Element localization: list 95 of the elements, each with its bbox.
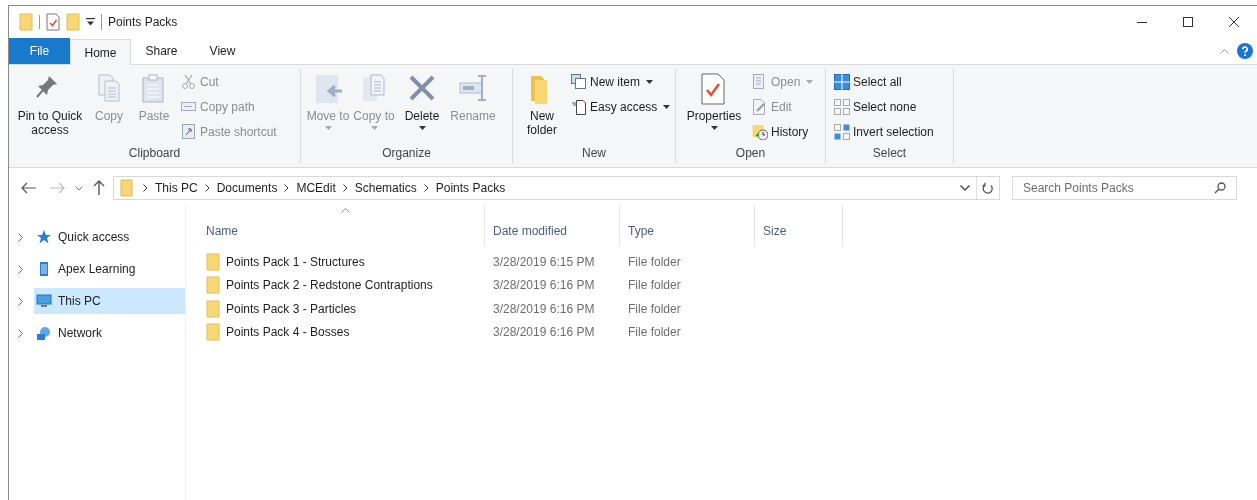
- breadcrumb[interactable]: MCEdit: [296, 179, 336, 197]
- search-field[interactable]: Search Points Packs: [1012, 176, 1237, 200]
- ribbon-button[interactable]: New item: [571, 72, 671, 91]
- ribbon-button[interactable]: Pin to Quick access: [13, 71, 87, 137]
- date-cell-text: 3/28/2019 6:15 PM: [492, 253, 596, 271]
- group-label: Select: [871, 145, 908, 162]
- address-field[interactable]: This PC Documents MCEdit Schematics Points Packs: [113, 176, 1000, 200]
- help-icon[interactable]: [1237, 43, 1253, 59]
- ribbon-button[interactable]: Invert selection: [834, 122, 934, 141]
- type-cell-text: File folder: [627, 300, 682, 318]
- search-input[interactable]: Search Points Packs: [1013, 177, 1214, 199]
- computer-icon: [36, 293, 52, 309]
- customize-toolbar-icon[interactable]: [86, 18, 95, 26]
- chevron-right-icon: [143, 184, 148, 192]
- sidebar-item[interactable]: Quick access: [34, 224, 185, 250]
- document-icon: [571, 98, 587, 115]
- caret-icon: [418, 126, 426, 130]
- maximize-icon: [1183, 17, 1193, 27]
- ribbon-tab[interactable]: Home: [70, 39, 131, 65]
- column-header[interactable]: Size: [755, 206, 843, 246]
- window-title: Points Packs: [108, 14, 178, 31]
- chevron-right-icon: [342, 184, 348, 192]
- sidebar-item[interactable]: Network: [34, 320, 185, 346]
- group-label: Clipboard: [127, 145, 182, 162]
- file-name[interactable]: Points Pack 4 - Bosses: [226, 323, 350, 342]
- ribbon-button[interactable]: Select none: [834, 97, 934, 116]
- up-icon[interactable]: [93, 180, 105, 196]
- date-cell-text: 3/28/2019 6:16 PM: [492, 324, 596, 342]
- expand-icon[interactable]: [18, 264, 23, 274]
- ribbon-tab[interactable]: File: [9, 38, 70, 64]
- edit-icon: [752, 98, 768, 115]
- ribbon-button[interactable]: Select all: [834, 72, 934, 91]
- expand-icon[interactable]: [18, 296, 23, 306]
- ribbon-button[interactable]: Properties: [680, 71, 748, 130]
- new-item-icon: [571, 73, 587, 90]
- date-cell-text: 3/28/2019 6:16 PM: [492, 300, 596, 318]
- caret-icon: [646, 79, 653, 84]
- folder-icon: [206, 252, 220, 271]
- caret-icon: [324, 126, 332, 130]
- ribbon-button[interactable]: New folder: [517, 71, 567, 137]
- recent-locations-icon[interactable]: [75, 185, 83, 191]
- back-icon[interactable]: [21, 182, 37, 194]
- breadcrumb[interactable]: Points Packs: [435, 179, 506, 197]
- type-cell-text: File folder: [627, 324, 682, 342]
- dropdown-icon[interactable]: [960, 185, 970, 191]
- ribbon-button[interactable]: History: [752, 122, 814, 141]
- search-icon[interactable]: [1214, 182, 1226, 194]
- folder-icon: [206, 323, 220, 342]
- column-header[interactable]: Type: [620, 206, 755, 246]
- file-name[interactable]: Points Pack 3 - Particles: [226, 299, 357, 318]
- ribbon-button[interactable]: Delete: [397, 71, 447, 130]
- ribbon-tab[interactable]: Share: [131, 38, 192, 64]
- grid-icon: [834, 98, 850, 115]
- file-name[interactable]: Points Pack 2 - Redstone Contraptions: [226, 276, 433, 295]
- properties-icon[interactable]: [46, 13, 60, 31]
- caret-icon: [663, 104, 671, 109]
- close-icon: [1229, 17, 1239, 27]
- grid-icon: [834, 73, 850, 90]
- refresh-icon[interactable]: [982, 181, 994, 195]
- breadcrumb[interactable]: Schematics: [354, 179, 417, 197]
- chevron-right-icon: [204, 184, 210, 192]
- file-name[interactable]: Points Pack 1 - Structures: [226, 252, 365, 271]
- caret-icon: [806, 79, 814, 84]
- type-cell-text: File folder: [627, 253, 682, 271]
- folder-icon: [120, 179, 136, 197]
- collapse-ribbon-icon[interactable]: [1220, 48, 1229, 54]
- scissors-icon: [181, 73, 197, 90]
- caret-icon: [710, 126, 718, 130]
- breadcrumb[interactable]: This PC: [155, 179, 198, 197]
- expand-icon[interactable]: [18, 328, 23, 338]
- folder-icon: [206, 299, 220, 318]
- breadcrumb[interactable]: Documents: [216, 179, 278, 197]
- move-icon: [313, 73, 343, 105]
- group-label: Open: [734, 145, 767, 162]
- column-header[interactable]: Name: [198, 206, 485, 246]
- chevron-right-icon: [284, 184, 290, 192]
- expand-icon[interactable]: [18, 232, 23, 242]
- folder-icon: [206, 276, 220, 295]
- star-icon: [36, 229, 52, 245]
- minimize-icon: [1137, 21, 1147, 23]
- caret-icon: [370, 126, 378, 130]
- chevron-right-icon: [423, 184, 429, 192]
- grid-icon: [834, 123, 850, 140]
- ribbon-button[interactable]: Easy access: [571, 97, 671, 116]
- shortcut-icon: [181, 123, 197, 140]
- group-label: Organize: [381, 145, 432, 162]
- ribbon-tab[interactable]: View: [192, 38, 253, 64]
- sort-ascending-icon: [341, 208, 350, 213]
- group-label: New: [581, 145, 607, 162]
- history-icon: [752, 123, 768, 140]
- date-cell-text: 3/28/2019 6:16 PM: [492, 277, 596, 295]
- type-cell-text: File folder: [627, 277, 682, 295]
- sidebar-item[interactable]: This PC: [34, 288, 185, 314]
- column-header[interactable]: Date modified: [485, 206, 620, 246]
- sidebar-item[interactable]: Apex Learning: [34, 256, 185, 282]
